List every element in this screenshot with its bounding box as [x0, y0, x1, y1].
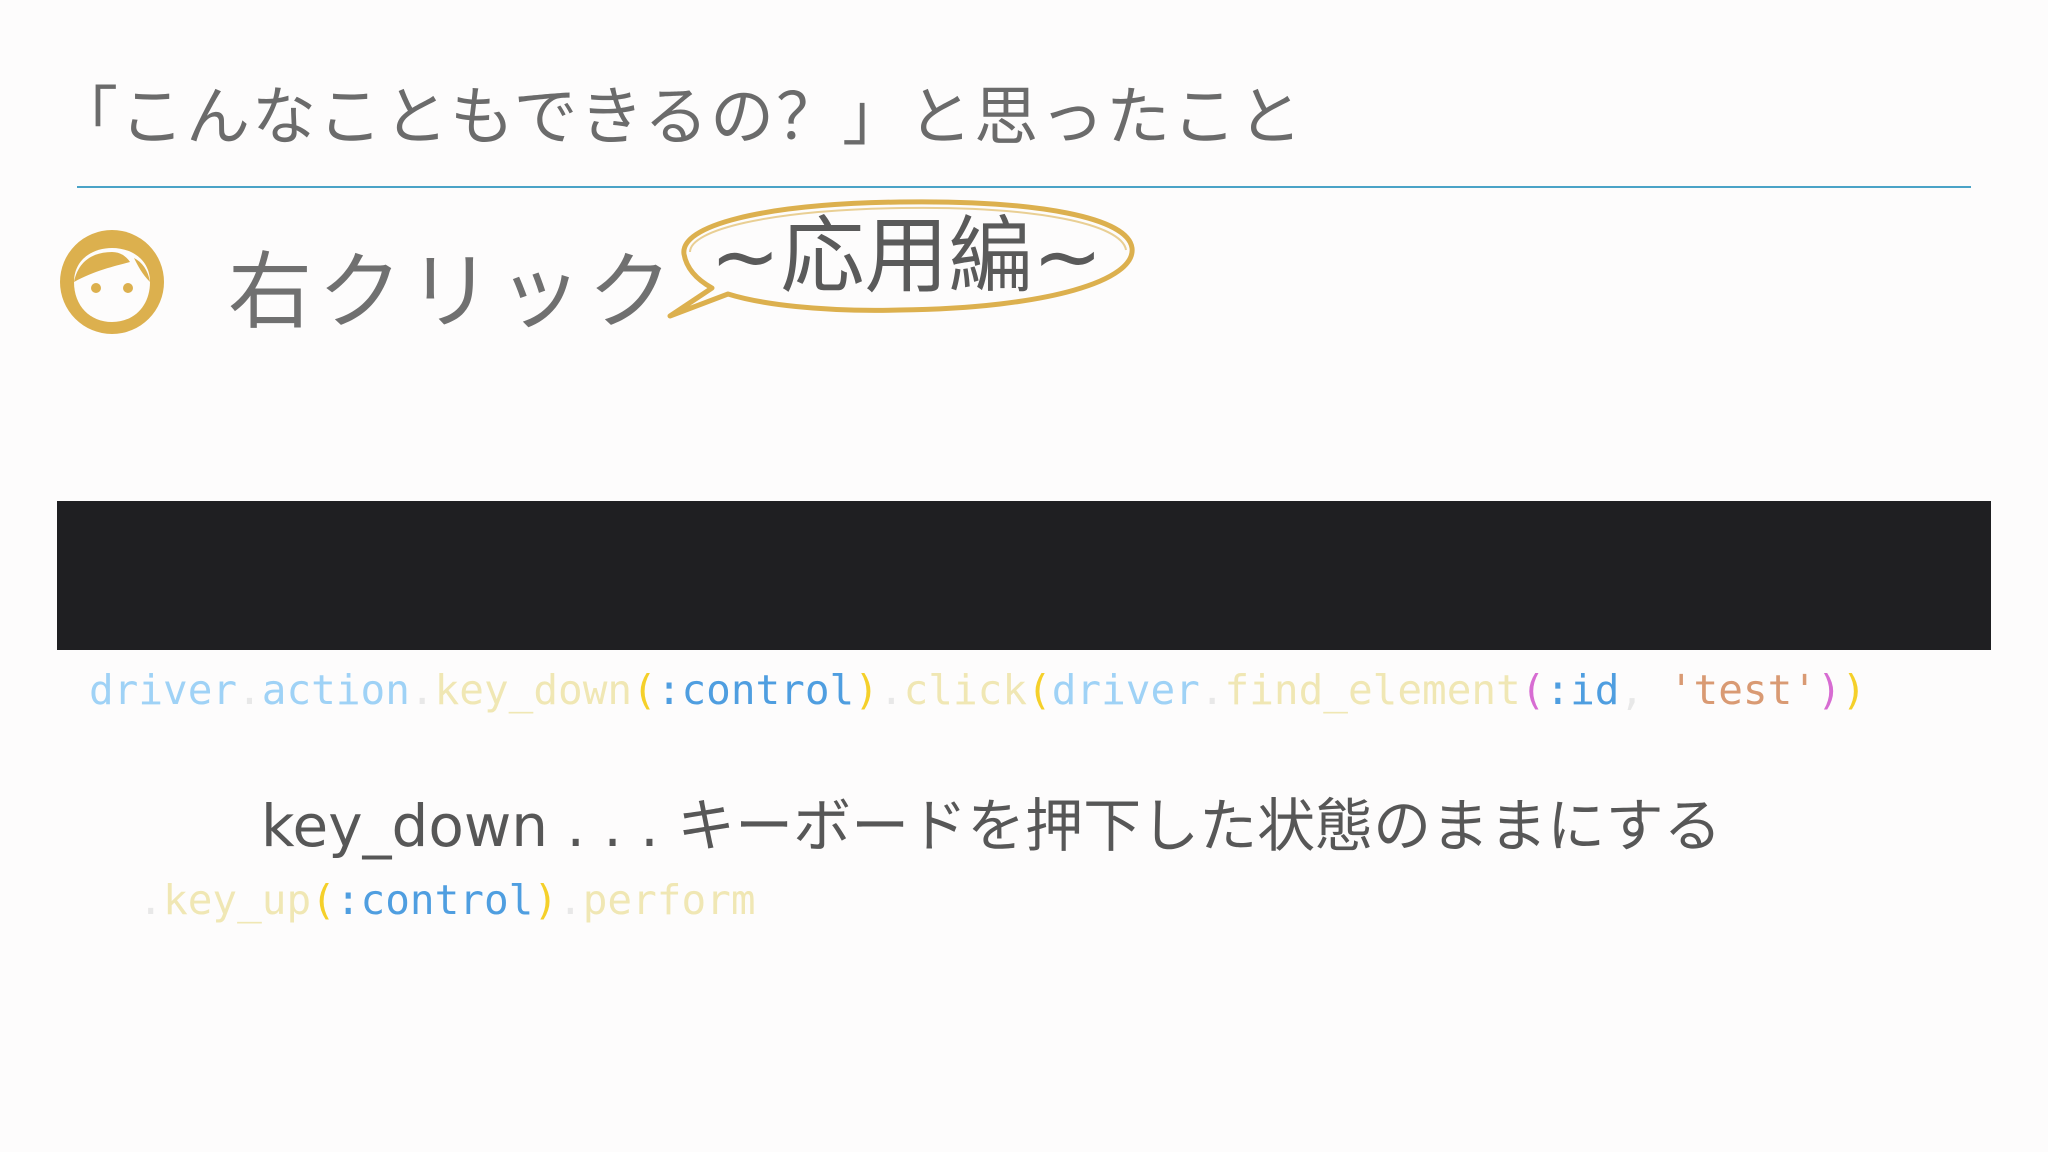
code-token: :control: [335, 876, 534, 924]
code-token: .: [1199, 666, 1225, 714]
code-token: .: [878, 666, 904, 714]
code-token: ): [1816, 666, 1842, 714]
code-token: perform: [582, 876, 756, 924]
code-token: 'test': [1668, 666, 1817, 714]
code-token: ,: [1619, 666, 1669, 714]
code-token: (: [632, 666, 657, 714]
code-token: .: [89, 876, 164, 924]
code-token: :id: [1545, 666, 1620, 714]
code-block: driver.action.key_down(:control).click(d…: [57, 501, 1991, 924]
code-token: key_up: [163, 876, 312, 924]
code-token: find_element: [1224, 666, 1521, 714]
code-token: (: [311, 876, 336, 924]
code-token: driver: [1051, 666, 1200, 714]
face-icon: [60, 230, 164, 334]
bubble-label: ~応用編~: [710, 207, 1103, 305]
section-heading: 右クリック: [228, 243, 679, 341]
code-token: click: [903, 666, 1028, 714]
code-token: (: [1027, 666, 1052, 714]
code-token: ): [854, 666, 879, 714]
code-token: ): [533, 876, 559, 924]
explanation-text: key_down . . . キーボードを押下した状態のままにする: [261, 792, 1722, 860]
code-line: driver.action.key_down(:control).click(d…: [89, 655, 1991, 725]
code-token: :control: [656, 666, 855, 714]
title-divider: [77, 186, 1971, 188]
code-token: key_down: [434, 666, 633, 714]
code-token: driver: [89, 666, 238, 714]
code-line: .key_up(:control).perform: [89, 865, 1991, 935]
slide-title: 「こんなこともできるの？」と思ったこと: [54, 81, 1305, 155]
code-token: ): [1841, 666, 1867, 714]
code-token: .: [237, 666, 262, 714]
code-token: action: [261, 666, 410, 714]
code-token: .: [558, 876, 583, 924]
code-token: .: [409, 666, 435, 714]
code-token: (: [1520, 666, 1546, 714]
